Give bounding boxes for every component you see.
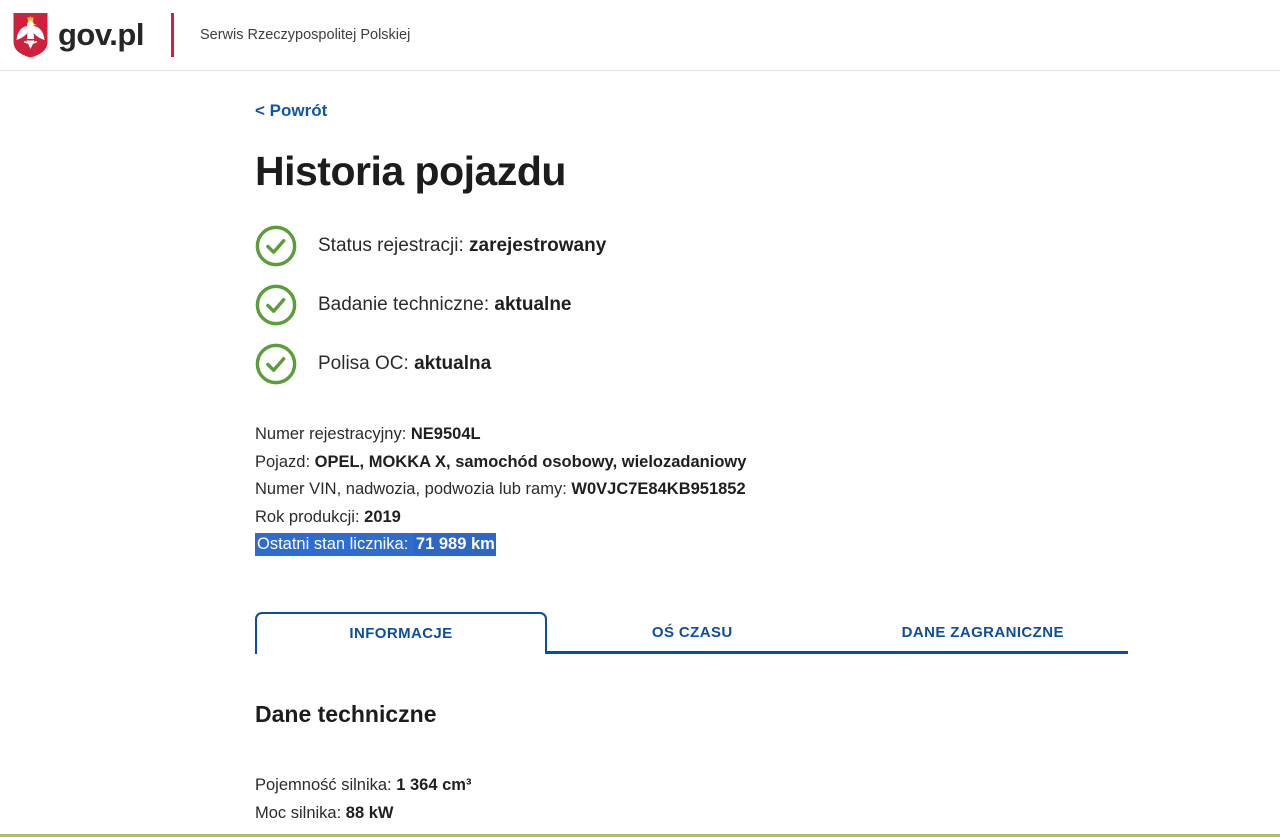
status-label: Badanie techniczne: <box>318 294 495 315</box>
govpl-logo[interactable]: gov.pl <box>12 12 144 58</box>
tab-os-czasu[interactable]: OŚ CZASU <box>547 612 838 654</box>
tab-dane-zagraniczne[interactable]: DANE ZAGRANICZNE <box>838 612 1129 654</box>
status-value: zarejestrowany <box>469 235 607 256</box>
status-text: Badanie techniczne: aktualne <box>318 294 572 316</box>
detail-value: OPEL, MOKKA X, samochód osobowy, wieloza… <box>314 452 747 471</box>
detail-label: Ostatni stan licznika: <box>255 533 414 556</box>
detail-label: Pojazd: <box>255 452 315 471</box>
detail-registration-number: Numer rejestracyjny: NE9504L <box>255 421 1128 449</box>
field-label: Moc silnika: <box>255 803 346 822</box>
site-tagline: Serwis Rzeczypospolitej Polskiej <box>199 27 411 43</box>
detail-value: W0VJC7E84KB951852 <box>571 480 746 498</box>
field-engine-power: Moc silnika: 88 kW <box>255 799 1128 827</box>
status-label: Status rejestracji: <box>318 235 469 256</box>
detail-value: NE9504L <box>410 425 481 443</box>
detail-production-year: Rok produkcji: 2019 <box>255 504 1128 532</box>
tab-bar: INFORMACJE OŚ CZASU DANE ZAGRANICZNE <box>255 611 1129 654</box>
brand-name: gov.pl <box>58 17 144 52</box>
tab-informacje[interactable]: INFORMACJE <box>255 611 547 654</box>
status-row-registration: Status rejestracji: zarejestrowany <box>255 225 1128 267</box>
field-label: Pojemność silnika: <box>255 775 397 794</box>
page-title: Historia pojazdu <box>255 148 566 194</box>
check-circle-icon <box>255 225 297 267</box>
field-engine-capacity: Pojemność silnika: 1 364 cm³ <box>255 771 1128 799</box>
status-list: Status rejestracji: zarejestrowany Badan… <box>255 225 1128 385</box>
detail-vehicle: Pojazd: OPEL, MOKKA X, samochód osobowy,… <box>255 449 1128 477</box>
check-circle-icon <box>255 343 297 385</box>
header-divider <box>170 13 174 57</box>
section-title-dane-techniczne: Dane techniczne <box>255 700 437 727</box>
status-row-inspection: Badanie techniczne: aktualne <box>255 284 1128 326</box>
detail-label: Rok produkcji: <box>255 507 365 526</box>
field-value: 1 364 cm³ <box>396 775 472 794</box>
status-text: Polisa OC: aktualna <box>318 353 491 375</box>
detail-vin: Numer VIN, nadwozia, podwozia lub ramy: … <box>255 476 1128 504</box>
detail-value-highlighted: 71 989 km <box>413 533 496 556</box>
main-content: < Powrót Historia pojazdu Status rejestr… <box>255 71 1128 827</box>
status-value: aktualna <box>414 353 492 374</box>
status-label: Polisa OC: <box>318 353 415 374</box>
check-circle-icon <box>255 284 297 326</box>
field-value: 88 kW <box>345 803 394 822</box>
detail-value: 2019 <box>364 507 401 526</box>
detail-label: Numer VIN, nadwozia, podwozia lub ramy: <box>255 480 572 498</box>
detail-label: Numer rejestracyjny: <box>255 425 411 443</box>
status-text: Status rejestracji: zarejestrowany <box>318 235 606 257</box>
status-row-insurance: Polisa OC: aktualna <box>255 343 1128 385</box>
vehicle-details: Numer rejestracyjny: NE9504L Pojazd: OPE… <box>255 421 1128 559</box>
status-value: aktualne <box>494 294 572 315</box>
back-link[interactable]: < Powrót <box>255 101 327 121</box>
technical-fields: Pojemność silnika: 1 364 cm³ Moc silnika… <box>255 771 1128 827</box>
site-header: gov.pl Serwis Rzeczypospolitej Polskiej <box>0 0 1280 71</box>
detail-odometer: Ostatni stan licznika: 71 989 km <box>255 531 1128 559</box>
polish-eagle-emblem-icon <box>13 12 48 57</box>
